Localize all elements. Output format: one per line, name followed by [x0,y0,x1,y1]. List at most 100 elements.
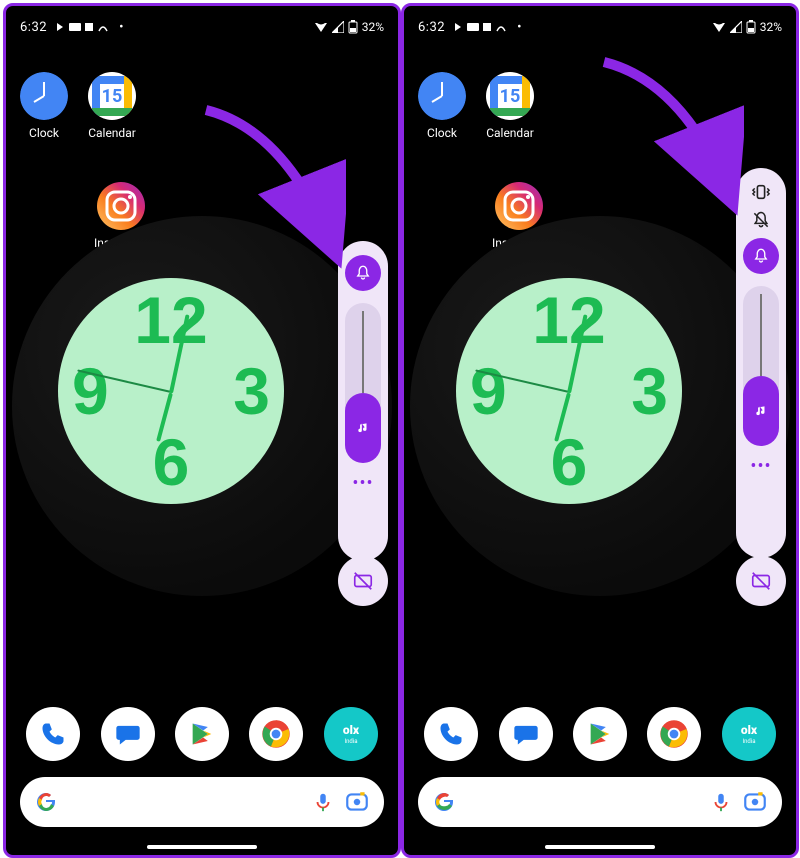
svg-text:15: 15 [500,86,521,107]
clock-num-3: 3 [631,353,668,429]
svg-text:15: 15 [102,86,123,107]
clock-num-9: 9 [72,353,109,429]
app-label: Clock [29,126,59,140]
clock-num-9: 9 [470,353,507,429]
instagram-app-icon [495,182,543,230]
dock: olxIndia [6,707,398,761]
dock-chrome[interactable] [249,707,303,761]
status-time: 6:32 [20,20,47,35]
bell-icon [752,247,770,265]
music-note-icon [356,421,370,435]
battery-icon [348,20,358,34]
dock-phone[interactable] [424,707,478,761]
app-label: Calendar [486,126,534,140]
clock-num-3: 3 [233,353,270,429]
nav-handle[interactable] [147,845,257,849]
caption-off-icon [750,570,772,592]
app-label: Clock [427,126,457,140]
instagram-app-icon [97,182,145,230]
search-bar[interactable] [20,777,384,827]
caption-toggle[interactable] [736,556,786,606]
dock-play-store[interactable] [175,707,229,761]
google-g-icon [432,790,456,814]
signal-icon [730,21,742,33]
svg-text:olx: olx [343,723,360,737]
status-dot: • [119,20,124,35]
calendar-app-icon: 15 [88,72,136,120]
status-battery: 32% [362,20,384,34]
slider-thumb[interactable] [345,393,381,463]
volume-panel-expanded[interactable]: ••• [736,168,786,558]
media-volume-slider[interactable] [743,286,779,446]
dock-olx[interactable]: olxIndia [324,707,378,761]
phone-icon [437,720,465,748]
mic-icon[interactable] [312,791,334,813]
more-volume-button[interactable]: ••• [750,456,771,477]
slider-track-line [362,311,364,393]
dock-chrome[interactable] [647,707,701,761]
clock-app-icon [418,72,466,120]
clock-widget[interactable]: 12 3 6 9 [58,278,284,504]
clock-app-icon [20,72,68,120]
olx-icon: olxIndia [729,720,769,748]
lens-icon[interactable] [344,789,370,815]
status-bar: 6:32 • 32% [404,6,796,42]
mic-icon[interactable] [710,791,732,813]
lens-icon[interactable] [742,789,768,815]
svg-text:olx: olx [741,723,758,737]
phone-icon [39,720,67,748]
battery-icon [746,20,756,34]
play-store-icon [586,720,614,748]
dock-play-store[interactable] [573,707,627,761]
phone-right: 6:32 • 32% Clock 15 Calendar Instagram 1… [401,3,799,858]
mute-mode-button[interactable] [743,208,779,232]
bell-icon [354,264,372,282]
dock-messages[interactable] [101,707,155,761]
ring-mode-button[interactable] [743,238,779,274]
annotation-arrow [594,52,744,222]
app-clock[interactable]: Clock [418,72,466,140]
chrome-icon [659,719,689,749]
status-icons-left [53,21,113,33]
clock-widget[interactable]: 12 3 6 9 [456,278,682,504]
wifi-icon [314,21,328,33]
slider-thumb[interactable] [743,376,779,446]
nav-handle[interactable] [545,845,655,849]
vibrate-icon [750,183,772,201]
bell-off-icon [751,210,771,230]
dock: olxIndia [404,707,796,761]
slider-track-line [760,294,762,376]
messages-icon [512,720,540,748]
status-bar: 6:32 • 32% [6,6,398,42]
app-row-1: Clock 15 Calendar [20,72,136,140]
search-bar[interactable] [418,777,782,827]
clock-num-12: 12 [532,282,605,358]
messages-icon [114,720,142,748]
svg-text:India: India [742,738,755,745]
app-label: Calendar [88,126,136,140]
more-volume-button[interactable]: ••• [352,473,373,494]
status-icons-left [451,21,511,33]
media-volume-slider[interactable] [345,303,381,463]
app-clock[interactable]: Clock [20,72,68,140]
calendar-app-icon: 15 [486,72,534,120]
wifi-icon [712,21,726,33]
music-note-icon [754,404,768,418]
google-g-icon [34,790,58,814]
status-dot: • [517,20,522,35]
caption-toggle[interactable] [338,556,388,606]
vibrate-mode-button[interactable] [743,180,779,204]
dock-messages[interactable] [499,707,553,761]
dock-olx[interactable]: olxIndia [722,707,776,761]
status-battery: 32% [760,20,782,34]
clock-num-12: 12 [134,282,207,358]
ring-mode-button[interactable] [345,255,381,291]
volume-panel[interactable]: ••• [338,241,388,561]
app-row-1: Clock 15 Calendar [418,72,534,140]
status-time: 6:32 [418,20,445,35]
olx-icon: olxIndia [331,720,371,748]
dock-phone[interactable] [26,707,80,761]
app-calendar[interactable]: 15 Calendar [486,72,534,140]
play-store-icon [188,720,216,748]
app-calendar[interactable]: 15 Calendar [88,72,136,140]
